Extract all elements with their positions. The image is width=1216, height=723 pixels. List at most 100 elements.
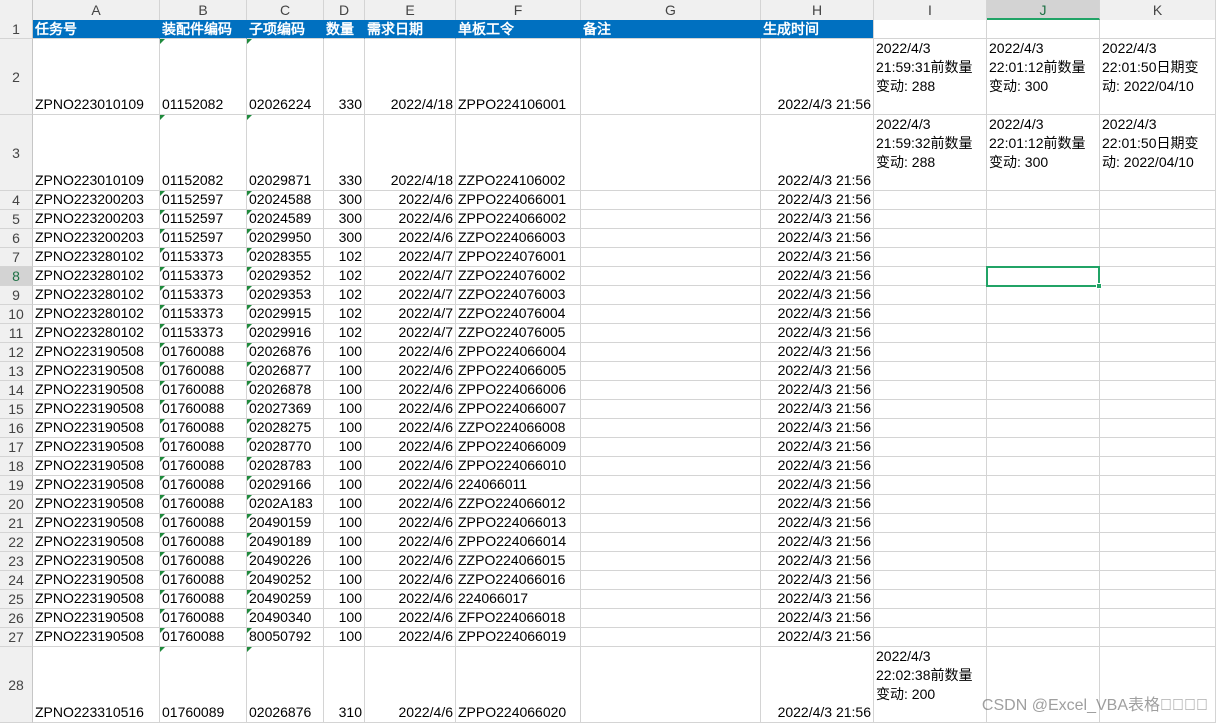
cell-a27[interactable]: ZPNO223190508 bbox=[33, 628, 160, 647]
cell-k6[interactable] bbox=[1100, 229, 1216, 248]
cell-f12[interactable]: ZPPO224066004 bbox=[456, 343, 581, 362]
cell-k7[interactable] bbox=[1100, 248, 1216, 267]
cell-g24[interactable] bbox=[581, 571, 761, 590]
cell-b12[interactable]: 01760088 bbox=[160, 343, 247, 362]
cell-k27[interactable] bbox=[1100, 628, 1216, 647]
cell-f21[interactable]: ZPPO224066013 bbox=[456, 514, 581, 533]
cell-i11[interactable] bbox=[874, 324, 987, 343]
cell-j5[interactable] bbox=[987, 210, 1100, 229]
cell-k16[interactable] bbox=[1100, 419, 1216, 438]
cell-f4[interactable]: ZPPO224066001 bbox=[456, 191, 581, 210]
cell-e8[interactable]: 2022/4/7 bbox=[365, 267, 456, 286]
cell-d13[interactable]: 100 bbox=[324, 362, 365, 381]
cell-f6[interactable]: ZZPO224066003 bbox=[456, 229, 581, 248]
header-cell-e[interactable]: 需求日期 bbox=[365, 20, 456, 39]
cell-e11[interactable]: 2022/4/7 bbox=[365, 324, 456, 343]
row-header-23[interactable]: 23 bbox=[0, 552, 33, 571]
cell-c6[interactable]: 02029950 bbox=[247, 229, 324, 248]
cell-d2[interactable]: 330 bbox=[324, 39, 365, 115]
cell-b15[interactable]: 01760088 bbox=[160, 400, 247, 419]
cell-j8[interactable] bbox=[987, 267, 1100, 286]
cell-b8[interactable]: 01153373 bbox=[160, 267, 247, 286]
cell-h22[interactable]: 2022/4/3 21:56 bbox=[761, 533, 874, 552]
row-header-13[interactable]: 13 bbox=[0, 362, 33, 381]
cell-e10[interactable]: 2022/4/7 bbox=[365, 305, 456, 324]
cell-f10[interactable]: ZZPO224076004 bbox=[456, 305, 581, 324]
cell-k2[interactable]: 2022/4/3 22:01:50日期变动: 2022/04/10 bbox=[1100, 39, 1216, 115]
cell-f27[interactable]: ZPPO224066019 bbox=[456, 628, 581, 647]
cell-d14[interactable]: 100 bbox=[324, 381, 365, 400]
cell-j4[interactable] bbox=[987, 191, 1100, 210]
cell-b25[interactable]: 01760088 bbox=[160, 590, 247, 609]
cell-h13[interactable]: 2022/4/3 21:56 bbox=[761, 362, 874, 381]
cell-i5[interactable] bbox=[874, 210, 987, 229]
cell-j11[interactable] bbox=[987, 324, 1100, 343]
cell-a4[interactable]: ZPNO223200203 bbox=[33, 191, 160, 210]
cell-i27[interactable] bbox=[874, 628, 987, 647]
cell-j25[interactable] bbox=[987, 590, 1100, 609]
cell-c22[interactable]: 20490189 bbox=[247, 533, 324, 552]
cell-h10[interactable]: 2022/4/3 21:56 bbox=[761, 305, 874, 324]
cell-i14[interactable] bbox=[874, 381, 987, 400]
cell-c27[interactable]: 80050792 bbox=[247, 628, 324, 647]
cell-a6[interactable]: ZPNO223200203 bbox=[33, 229, 160, 248]
cell-c5[interactable]: 02024589 bbox=[247, 210, 324, 229]
cell-g18[interactable] bbox=[581, 457, 761, 476]
header-cell-i[interactable] bbox=[874, 20, 987, 39]
cell-k5[interactable] bbox=[1100, 210, 1216, 229]
cell-k10[interactable] bbox=[1100, 305, 1216, 324]
cell-j17[interactable] bbox=[987, 438, 1100, 457]
cell-g23[interactable] bbox=[581, 552, 761, 571]
cell-i20[interactable] bbox=[874, 495, 987, 514]
cell-a23[interactable]: ZPNO223190508 bbox=[33, 552, 160, 571]
cell-a24[interactable]: ZPNO223190508 bbox=[33, 571, 160, 590]
cell-a20[interactable]: ZPNO223190508 bbox=[33, 495, 160, 514]
cell-g15[interactable] bbox=[581, 400, 761, 419]
cell-k8[interactable] bbox=[1100, 267, 1216, 286]
row-header-7[interactable]: 7 bbox=[0, 248, 33, 267]
cell-d19[interactable]: 100 bbox=[324, 476, 365, 495]
cell-g13[interactable] bbox=[581, 362, 761, 381]
cell-k14[interactable] bbox=[1100, 381, 1216, 400]
cell-f11[interactable]: ZZPO224076005 bbox=[456, 324, 581, 343]
cell-d17[interactable]: 100 bbox=[324, 438, 365, 457]
cell-d3[interactable]: 330 bbox=[324, 115, 365, 191]
cell-g9[interactable] bbox=[581, 286, 761, 305]
cell-j9[interactable] bbox=[987, 286, 1100, 305]
cell-a7[interactable]: ZPNO223280102 bbox=[33, 248, 160, 267]
row-header-27[interactable]: 27 bbox=[0, 628, 33, 647]
cell-k13[interactable] bbox=[1100, 362, 1216, 381]
cell-c25[interactable]: 20490259 bbox=[247, 590, 324, 609]
header-cell-j[interactable] bbox=[987, 20, 1100, 39]
cell-g14[interactable] bbox=[581, 381, 761, 400]
cell-b14[interactable]: 01760088 bbox=[160, 381, 247, 400]
cell-e5[interactable]: 2022/4/6 bbox=[365, 210, 456, 229]
row-header-28[interactable]: 28 bbox=[0, 647, 33, 723]
cell-k20[interactable] bbox=[1100, 495, 1216, 514]
cell-a2[interactable]: ZPNO223010109 bbox=[33, 39, 160, 115]
cell-k18[interactable] bbox=[1100, 457, 1216, 476]
row-header-24[interactable]: 24 bbox=[0, 571, 33, 590]
cell-e2[interactable]: 2022/4/18 bbox=[365, 39, 456, 115]
cell-h25[interactable]: 2022/4/3 21:56 bbox=[761, 590, 874, 609]
cell-a13[interactable]: ZPNO223190508 bbox=[33, 362, 160, 381]
cell-i23[interactable] bbox=[874, 552, 987, 571]
cell-g19[interactable] bbox=[581, 476, 761, 495]
cell-f25[interactable]: 224066017 bbox=[456, 590, 581, 609]
cell-i4[interactable] bbox=[874, 191, 987, 210]
cell-j13[interactable] bbox=[987, 362, 1100, 381]
cell-b9[interactable]: 01153373 bbox=[160, 286, 247, 305]
cell-h3[interactable]: 2022/4/3 21:56 bbox=[761, 115, 874, 191]
cell-k12[interactable] bbox=[1100, 343, 1216, 362]
cell-j24[interactable] bbox=[987, 571, 1100, 590]
cell-g7[interactable] bbox=[581, 248, 761, 267]
cell-a22[interactable]: ZPNO223190508 bbox=[33, 533, 160, 552]
cell-a10[interactable]: ZPNO223280102 bbox=[33, 305, 160, 324]
header-cell-h[interactable]: 生成时间 bbox=[761, 20, 874, 39]
cell-i15[interactable] bbox=[874, 400, 987, 419]
column-header-i[interactable]: I bbox=[874, 0, 987, 20]
cell-i10[interactable] bbox=[874, 305, 987, 324]
cell-d24[interactable]: 100 bbox=[324, 571, 365, 590]
row-header-4[interactable]: 4 bbox=[0, 191, 33, 210]
cell-h14[interactable]: 2022/4/3 21:56 bbox=[761, 381, 874, 400]
